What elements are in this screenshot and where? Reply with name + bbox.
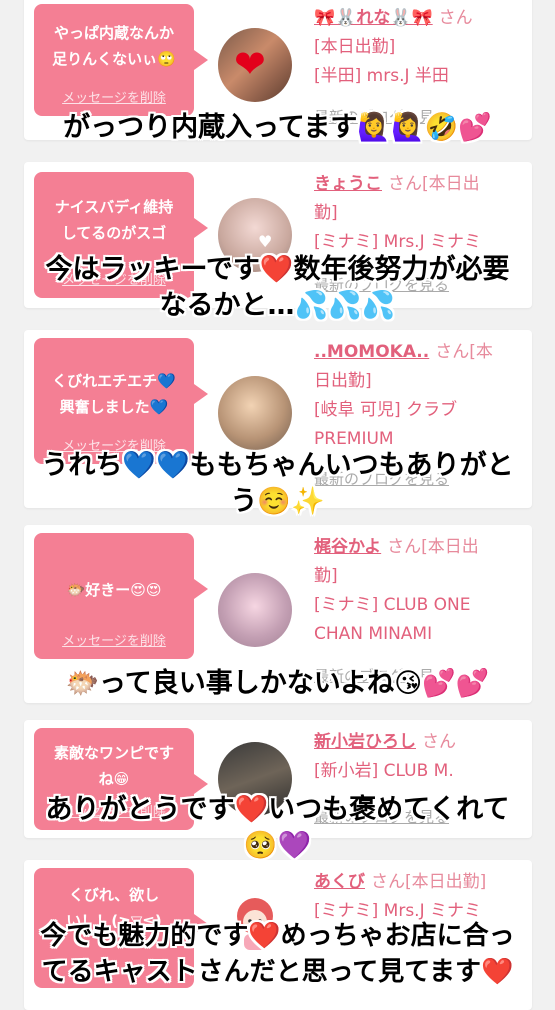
delete-message-link[interactable]: メッセージを削除 [34,87,194,106]
heart-icon: ❤ [234,42,266,86]
message-bubble: やっぱ内蔵なんか 足りんくないぃ🙄 メッセージを削除 [34,4,208,116]
caption-overlay: 今でも魅力的です❤️めっちゃお店に合っ てるキャストさんだと思って見てます❤️ [40,921,515,987]
caption-overlay: 🐡って良い事しかないよね😘💕💕 [65,668,490,699]
cast-suffix: さん[本日出 [388,174,480,194]
caption-overlay: うれち💙💙ももちゃんいつもありがと う☺️✨ [41,450,514,517]
cast-detail: [ミナミ] CLUB ONE [314,595,471,615]
message-text: やっぱ内蔵なんか 足りんくないぃ🙄 [52,24,176,68]
cast-detail: [半田] mrs.J 半田 [314,66,449,86]
caption-overlay: ありがとうです❤️いつも褒めてくれて 🥺💜 [45,794,510,861]
heart-icon: ♥ [258,232,273,251]
cast-info: ..MOMOKA.. さん[本 日出勤] [岐阜 可児] クラブ PREMIUM [314,338,524,454]
cast-name-link[interactable]: あくび [314,872,365,892]
cast-suffix: さん [438,8,473,28]
cast-name-link[interactable]: 梶谷かよ [314,537,381,557]
caption-overlay: 今はラッキーです❤️数年後努力が必要 なるかと…💦💦💦 [45,254,510,321]
cast-name-link[interactable]: 🎀🐰れな🐰🎀 [314,8,433,28]
cast-detail: 日出勤] [314,371,372,391]
cast-suffix: さん[本日出 [387,537,479,557]
avatar[interactable] [218,573,292,647]
cast-detail: PREMIUM [314,429,394,449]
delete-message-link[interactable]: メッセージを削除 [34,630,194,649]
message-text: くびれエチエチ💙 興奮しました💙 [52,372,176,416]
cast-info: きょうこ さん[本日出 勤] [ミナミ] Mrs.J ミナミ [314,170,524,257]
cast-suffix: さん [422,732,456,752]
avatar[interactable] [218,376,292,450]
cast-name-link[interactable]: ..MOMOKA.. [314,342,429,362]
cast-detail: [本日出勤] [314,37,396,57]
caption-overlay: がっつり内蔵入ってます🙋‍♀️🙋‍♀️🤣💕 [63,112,492,143]
cast-name-link[interactable]: きょうこ [314,174,382,194]
message-text: ナイスバディ維持 してるのがスゴ [54,198,174,242]
cast-info: 🎀🐰れな🐰🎀 さん [本日出勤] [半田] mrs.J 半田 [314,4,524,91]
cast-detail: [岐阜 可児] クラブ [314,400,458,420]
cast-suffix: さん[本 [435,342,493,362]
cast-info: 新小岩ひろし さん [新小岩] CLUB M. [314,728,524,786]
cast-name-link[interactable]: 新小岩ひろし [314,732,416,752]
cast-detail: 勤] [314,566,338,586]
cast-detail: [ミナミ] Mrs.J ミナミ [314,232,482,252]
cast-detail: [新小岩] CLUB M. [314,761,454,781]
cast-detail: 勤] [314,203,338,223]
message-bubble: 🐡好きー😍😍 メッセージを削除 [34,533,208,659]
avatar[interactable]: ❤ [218,28,292,102]
message-bubble: くびれエチエチ💙 興奮しました💙 メッセージを削除 [34,338,208,464]
message-text: 素敵なワンピです ね😁 [53,744,174,788]
message-text: 🐡好きー😍😍 [66,581,162,599]
cast-suffix: さん[本日出勤] [371,872,487,892]
cast-info: 梶谷かよ さん[本日出 勤] [ミナミ] CLUB ONE CHAN MINAMI [314,533,524,649]
cast-detail: CHAN MINAMI [314,624,433,644]
